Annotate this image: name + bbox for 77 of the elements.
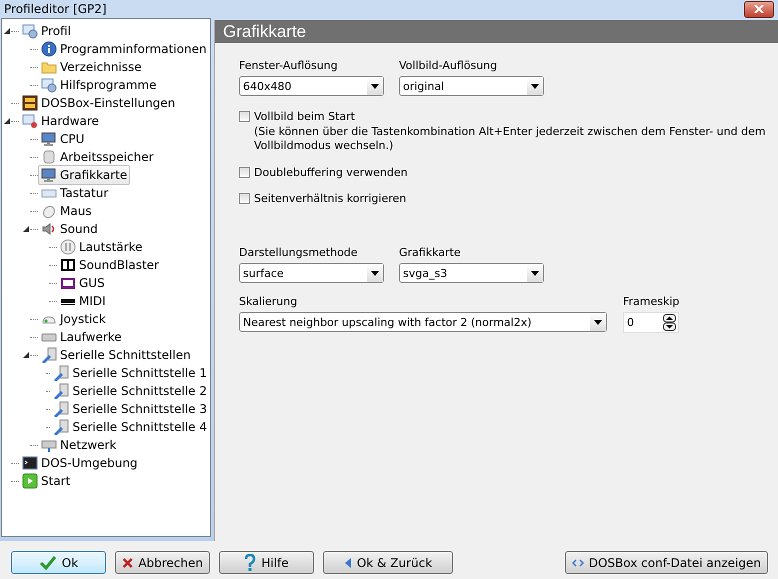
dropdown[interactable]: 640x480: [239, 76, 384, 96]
field-label: Fenster-Auflösung: [239, 59, 339, 72]
close-icon: [122, 556, 134, 570]
tree-item[interactable]: DOS-Umgebung: [19, 453, 141, 473]
tree-item[interactable]: Serielle Schnittstelle 4: [50, 417, 210, 437]
tree-item[interactable]: Hardware: [19, 111, 102, 131]
field-label: Skalierung: [239, 295, 298, 308]
dialog-button[interactable]: Hilfe: [219, 551, 314, 574]
window-title: Profileditor [GP2]: [4, 2, 107, 16]
dropdown[interactable]: svga_s3: [399, 263, 544, 283]
question-mark-icon: [244, 554, 256, 572]
close-icon: [754, 5, 764, 13]
dosbox-icon: [22, 95, 38, 111]
dropdown-arrow-icon: [531, 84, 539, 88]
checkbox-label[interactable]: Seitenverhältnis korrigieren: [254, 192, 406, 205]
dropdown-arrow-icon: [371, 84, 379, 88]
collapse-triangle-icon[interactable]: [4, 28, 10, 34]
dialog-button[interactable]: DOSBox conf-Datei anzeigen: [564, 551, 768, 574]
checkbox[interactable]: [239, 167, 250, 178]
tree-item[interactable]: Tastatur: [38, 183, 112, 203]
dropdown-arrow-icon: [531, 270, 539, 276]
collapse-triangle-icon[interactable]: [22, 226, 28, 232]
dropdown[interactable]: Nearest neighbor upscaling with factor 2 (normal2x): [239, 312, 607, 332]
field-label: Vollbild-Auflösung: [399, 59, 498, 72]
tree-item[interactable]: Serielle Schnittstelle 1: [50, 363, 210, 383]
field-label: Frameskip: [623, 295, 680, 308]
spin-field[interactable]: 0: [623, 312, 679, 333]
close-button[interactable]: [744, 0, 774, 18]
checkbox-label[interactable]: Vollbild beim Start: [254, 110, 774, 123]
dropdown[interactable]: surface: [239, 263, 384, 283]
info-icon: [41, 41, 57, 57]
tree-item[interactable]: MIDI: [57, 291, 109, 311]
tree-item[interactable]: GUS: [57, 273, 108, 293]
tree-item[interactable]: Joystick: [38, 309, 109, 329]
check-icon: [38, 554, 57, 570]
checkbox[interactable]: [239, 193, 250, 204]
tree-item[interactable]: Sound: [38, 219, 101, 239]
tree-item[interactable]: Verzeichnisse: [38, 57, 145, 77]
tree-item[interactable]: DOSBox-Einstellungen: [19, 93, 178, 113]
tree-item[interactable]: Programminformationen: [38, 39, 210, 59]
dropdown-arrow-icon: [371, 270, 379, 276]
dialog-button[interactable]: Abbrechen: [115, 551, 210, 574]
page-heading: Grafikkarte: [215, 20, 778, 43]
tree-item[interactable]: Maus: [38, 201, 95, 221]
hint-text: (Sie können über die Tastenkombination Alt+Enter jederzeit zwischen dem Fenster- und dem Vollbildmodus wechseln.): [254, 125, 767, 153]
tree-item[interactable]: Lautstärke: [57, 237, 146, 257]
back-arrow-icon: [344, 556, 352, 568]
tree-item[interactable]: Grafikkarte: [38, 165, 130, 185]
computer-icon: [41, 131, 57, 147]
collapse-triangle-icon[interactable]: [22, 352, 28, 358]
tree-item[interactable]: SoundBlaster: [57, 255, 162, 275]
tree-item[interactable]: Laufwerke: [38, 327, 125, 347]
field-label: Grafikkarte: [399, 246, 462, 259]
tree-item[interactable]: Hilfsprogramme: [38, 75, 160, 95]
dialog-button[interactable]: Ok & Zurück: [323, 551, 453, 574]
dropdown[interactable]: original: [399, 76, 544, 96]
start-icon: [22, 473, 38, 489]
dropdown-arrow-icon: [594, 320, 602, 324]
tree-item[interactable]: Netzwerk: [38, 435, 120, 455]
tree-item[interactable]: Serielle Schnittstelle 3: [50, 399, 210, 419]
tree-item[interactable]: Start: [19, 471, 74, 491]
tree-item[interactable]: Profil: [19, 21, 74, 41]
terminal-icon: [22, 455, 38, 471]
speaker-icon: [41, 221, 57, 237]
tree-item[interactable]: CPU: [38, 129, 88, 149]
checkbox-label[interactable]: Doublebuffering verwenden: [254, 166, 408, 179]
volume-icon: [60, 239, 76, 255]
dialog-button[interactable]: Ok: [11, 551, 106, 574]
tree-item[interactable]: Serielle Schnittstelle 2: [50, 381, 210, 401]
collapse-triangle-icon[interactable]: [4, 118, 10, 124]
tree-item[interactable]: Arbeitsspeicher: [38, 147, 157, 167]
checkbox[interactable]: [239, 111, 250, 122]
monitor-icon: [41, 167, 57, 183]
code-icon: [572, 558, 584, 566]
spinner-arrows-icon[interactable]: [663, 314, 676, 331]
field-label: Darstellungsmethode: [239, 246, 359, 259]
tree-item[interactable]: Serielle Schnittstellen: [38, 345, 194, 365]
